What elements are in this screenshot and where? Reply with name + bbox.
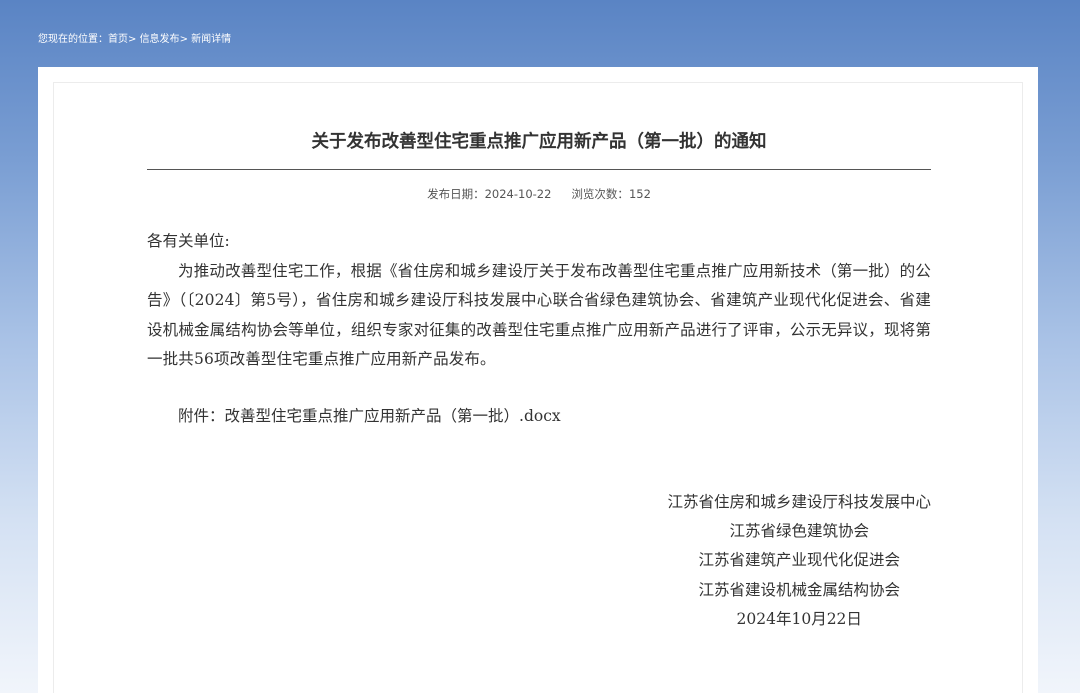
- view-count: 152: [628, 187, 651, 201]
- title-divider: [147, 169, 931, 170]
- signoff-block: 江苏省住房和城乡建设厅科技发展中心 江苏省绿色建筑协会 江苏省建筑产业现代化促进…: [667, 488, 931, 634]
- article-meta: 发布日期：2024-10-22 浏览次数：152: [147, 186, 931, 202]
- views-label: 浏览次数：: [571, 187, 629, 201]
- article-title: 关于发布改善型住宅重点推广应用新产品（第一批）的通知: [311, 132, 767, 152]
- publish-date-label: 发布日期：: [427, 187, 485, 201]
- attachment-label: 附件：: [178, 407, 225, 425]
- breadcrumb-current: 新闻详情: [191, 34, 232, 45]
- signatory: 江苏省绿色建筑协会: [729, 522, 869, 541]
- content-panel: 关于发布改善型住宅重点推广应用新产品（第一批）的通知 发布日期：2024-10-…: [38, 67, 1038, 693]
- salutation: 各有关单位:: [147, 232, 230, 250]
- signatory: 江苏省住房和城乡建设厅科技发展中心: [667, 493, 931, 511]
- breadcrumb: 您现在的位置：首页> 信息发布> 新闻详情: [38, 30, 231, 45]
- article-card: 关于发布改善型住宅重点推广应用新产品（第一批）的通知 发布日期：2024-10-…: [53, 82, 1023, 693]
- breadcrumb-separator: >: [128, 34, 140, 45]
- breadcrumb-info-link[interactable]: 信息发布: [140, 34, 180, 45]
- signatory: 江苏省建筑产业现代化促进会: [698, 551, 900, 570]
- article-body: 各有关单位: 为推动改善型住宅工作，根据《省住房和城乡建设厅关于发布改善型住宅重…: [147, 227, 931, 375]
- breadcrumb-prefix: 您现在的位置：: [38, 34, 108, 45]
- signoff-date: 2024年10月22日: [736, 609, 862, 628]
- attachment-link[interactable]: 改善型住宅重点推广应用新产品（第一批）.docx: [225, 407, 561, 425]
- attachment-line: 附件：改善型住宅重点推广应用新产品（第一批）.docx: [147, 401, 931, 431]
- signatory: 江苏省建设机械金属结构协会: [698, 580, 900, 599]
- publish-date: 2024-10-22: [484, 187, 552, 201]
- breadcrumb-separator: >: [179, 34, 192, 45]
- breadcrumb-home-link[interactable]: 首页: [108, 34, 128, 45]
- body-paragraph: 为推动改善型住宅工作，根据《省住房和城乡建设厅关于发布改善型住宅重点推广应用新技…: [147, 261, 931, 369]
